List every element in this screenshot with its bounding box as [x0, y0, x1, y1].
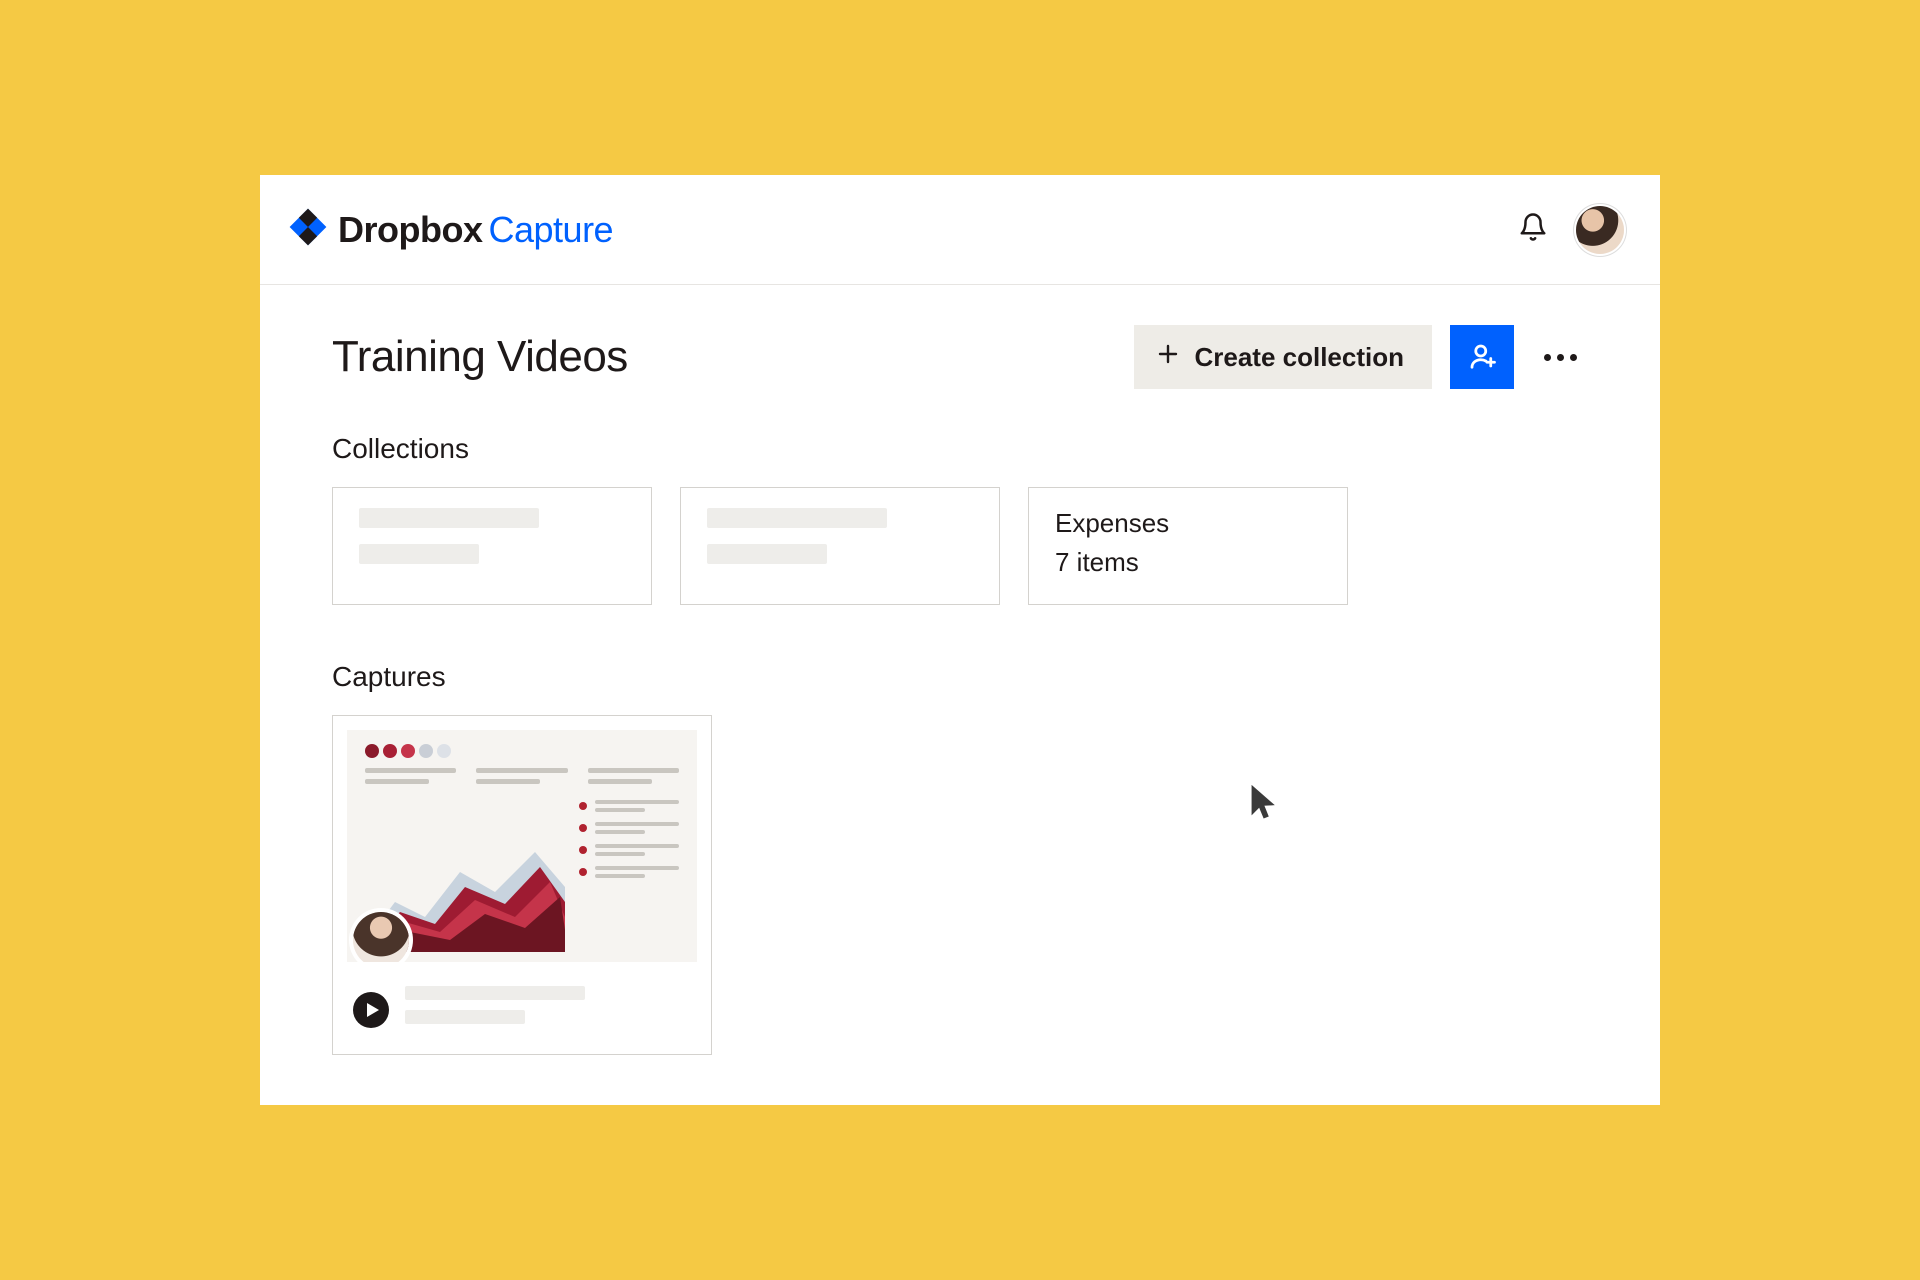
collections-row: Expenses 7 items	[332, 487, 1588, 605]
brand[interactable]: DropboxCapture	[288, 207, 613, 252]
collection-subtitle: 7 items	[1055, 547, 1321, 578]
page-title: Training Videos	[332, 332, 628, 382]
capture-card[interactable]	[332, 715, 712, 1055]
more-options-button[interactable]	[1532, 325, 1588, 389]
capture-thumbnail	[347, 730, 697, 962]
play-icon[interactable]	[353, 992, 389, 1028]
header-actions	[1518, 206, 1624, 254]
presenter-avatar	[353, 912, 409, 962]
content-area: Training Videos Create collection	[260, 285, 1660, 1055]
captures-heading: Captures	[332, 661, 1588, 693]
thumbnail-header-lines	[365, 768, 679, 790]
person-add-icon	[1467, 341, 1497, 374]
thumbnail-bullet-list	[579, 800, 679, 888]
share-button[interactable]	[1450, 325, 1514, 389]
avatar[interactable]	[1576, 206, 1624, 254]
title-row: Training Videos Create collection	[332, 325, 1588, 389]
app-window: DropboxCapture Training Videos Cre	[260, 175, 1660, 1105]
collection-card[interactable]	[332, 487, 652, 605]
collection-card-expenses[interactable]: Expenses 7 items	[1028, 487, 1348, 605]
title-actions: Create collection	[1134, 325, 1588, 389]
create-collection-button[interactable]: Create collection	[1134, 325, 1432, 389]
collection-title: Expenses	[1055, 508, 1321, 539]
more-horizontal-icon	[1544, 354, 1577, 361]
capture-meta-lines	[405, 986, 585, 1034]
placeholder-line	[707, 508, 887, 528]
captures-row	[332, 715, 1588, 1055]
thumbnail-legend-dots	[365, 744, 679, 758]
create-collection-label: Create collection	[1194, 342, 1404, 373]
placeholder-line	[405, 986, 585, 1000]
placeholder-line	[359, 544, 479, 564]
placeholder-line	[405, 1010, 525, 1024]
brand-name: DropboxCapture	[338, 209, 613, 251]
app-header: DropboxCapture	[260, 175, 1660, 285]
collection-card[interactable]	[680, 487, 1000, 605]
collections-heading: Collections	[332, 433, 1588, 465]
placeholder-line	[359, 508, 539, 528]
bell-icon[interactable]	[1518, 212, 1548, 247]
plus-icon	[1156, 342, 1180, 373]
placeholder-line	[707, 544, 827, 564]
dropbox-logo-icon	[288, 207, 328, 252]
capture-meta	[347, 962, 697, 1040]
